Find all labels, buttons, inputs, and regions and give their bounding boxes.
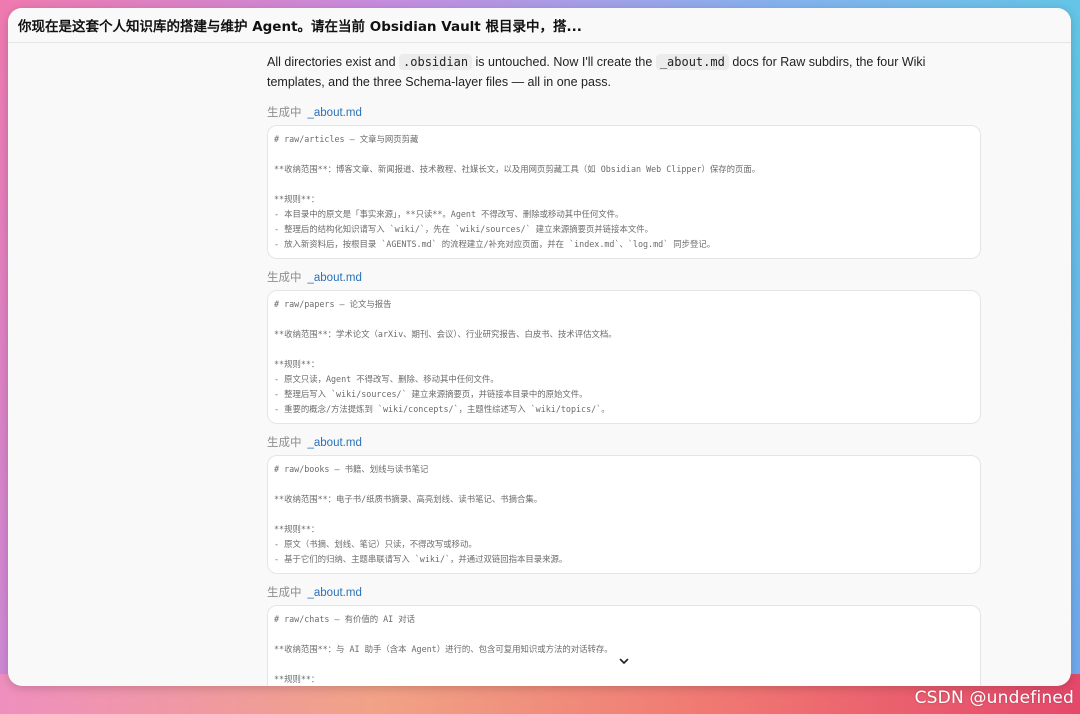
title-bar: 你现在是这套个人知识库的搭建与维护 Agent。请在当前 Obsidian Va… bbox=[8, 8, 1071, 43]
code-block: # raw/articles — 文章与网页剪藏 **收纳范围**：博客文章、新闻… bbox=[267, 125, 981, 259]
code-line: **规则**： bbox=[274, 194, 320, 204]
inline-code: .obsidian bbox=[399, 54, 473, 70]
code-line: **收纳范围**：博客文章、新闻报道、技术教程、社媒长文，以及用网页剪藏工具（如… bbox=[274, 164, 761, 174]
file-link[interactable]: _about.md bbox=[308, 272, 362, 284]
code-line: **收纳范围**：学术论文（arXiv、期刊、会议）、行业研究报告、白皮书、技术… bbox=[274, 329, 617, 339]
code-line: # raw/chats — 有价值的 AI 对话 bbox=[274, 614, 416, 624]
generating-status: 生成中 _about.md bbox=[267, 267, 981, 287]
code-block: # raw/papers — 论文与报告 **收纳范围**：学术论文（arXiv、… bbox=[267, 290, 981, 424]
code-line: - 放入新资料后，按根目录 `AGENTS.md` 的流程建立/补充对应页面，并… bbox=[274, 239, 716, 249]
code-line: **规则**： bbox=[274, 359, 320, 369]
code-block: # raw/chats — 有价值的 AI 对话 **收纳范围**：与 AI 助手… bbox=[267, 605, 981, 686]
status-label: 生成中 bbox=[267, 585, 302, 599]
status-label: 生成中 bbox=[267, 435, 302, 449]
file-generation-list: 生成中 _about.md # raw/articles — 文章与网页剪藏 **收纳… bbox=[267, 102, 981, 686]
generating-status: 生成中 _about.md bbox=[267, 432, 981, 452]
code-line: # raw/papers — 论文与报告 bbox=[274, 299, 392, 309]
code-line: - 整理后的结构化知识请写入 `wiki/`，先在 `wiki/sources/… bbox=[274, 224, 654, 234]
watermark: CSDN @undefined bbox=[914, 688, 1074, 708]
code-block: # raw/books — 书籍、划线与读书笔记 **收纳范围**：电子书/纸质书… bbox=[267, 455, 981, 574]
code-line: - 本目录中的原文是「事实来源」，**只读**。Agent 不得改写、删除或移动… bbox=[274, 209, 624, 219]
status-label: 生成中 bbox=[267, 105, 302, 119]
assistant-message: All directories exist and .obsidian is u… bbox=[267, 52, 981, 92]
file-link[interactable]: _about.md bbox=[308, 587, 362, 599]
generating-status: 生成中 _about.md bbox=[267, 582, 981, 602]
code-line: - 基于它们的归纳、主题串联请写入 `wiki/`，并通过双链回指本目录来源。 bbox=[274, 554, 568, 564]
code-line: **收纳范围**：电子书/纸质书摘录、高亮划线、读书笔记、书摘合集。 bbox=[274, 494, 543, 504]
code-line: - 整理后写入 `wiki/sources/` 建立来源摘要页，并链接本目录中的… bbox=[274, 389, 588, 399]
code-line: - 重要的概念/方法提炼到 `wiki/concepts/`，主题性综述写入 `… bbox=[274, 404, 610, 414]
chevron-down-icon bbox=[619, 658, 629, 664]
inline-code: _about.md bbox=[655, 54, 729, 70]
app-window: 你现在是这套个人知识库的搭建与维护 Agent。请在当前 Obsidian Va… bbox=[8, 8, 1071, 686]
status-label: 生成中 bbox=[267, 270, 302, 284]
message-text: is untouched. Now I'll create the bbox=[475, 55, 653, 69]
file-link[interactable]: _about.md bbox=[308, 437, 362, 449]
code-line: # raw/books — 书籍、划线与读书笔记 bbox=[274, 464, 429, 474]
code-line: **规则**： bbox=[274, 524, 320, 534]
message-text: All directories exist and bbox=[267, 55, 396, 69]
code-line: - 原文（书摘、划线、笔记）只读，不得改写或移动。 bbox=[274, 539, 477, 549]
code-line: **规则**： bbox=[274, 674, 320, 684]
chat-content: All directories exist and .obsidian is u… bbox=[267, 52, 981, 686]
conversation-title: 你现在是这套个人知识库的搭建与维护 Agent。请在当前 Obsidian Va… bbox=[18, 19, 582, 35]
code-line: # raw/articles — 文章与网页剪藏 bbox=[274, 134, 419, 144]
generating-status: 生成中 _about.md bbox=[267, 102, 981, 122]
file-link[interactable]: _about.md bbox=[308, 107, 362, 119]
code-line: - 原文只读，Agent 不得改写、删除、移动其中任何文件。 bbox=[274, 374, 499, 384]
scroll-down-button[interactable] bbox=[613, 650, 635, 672]
